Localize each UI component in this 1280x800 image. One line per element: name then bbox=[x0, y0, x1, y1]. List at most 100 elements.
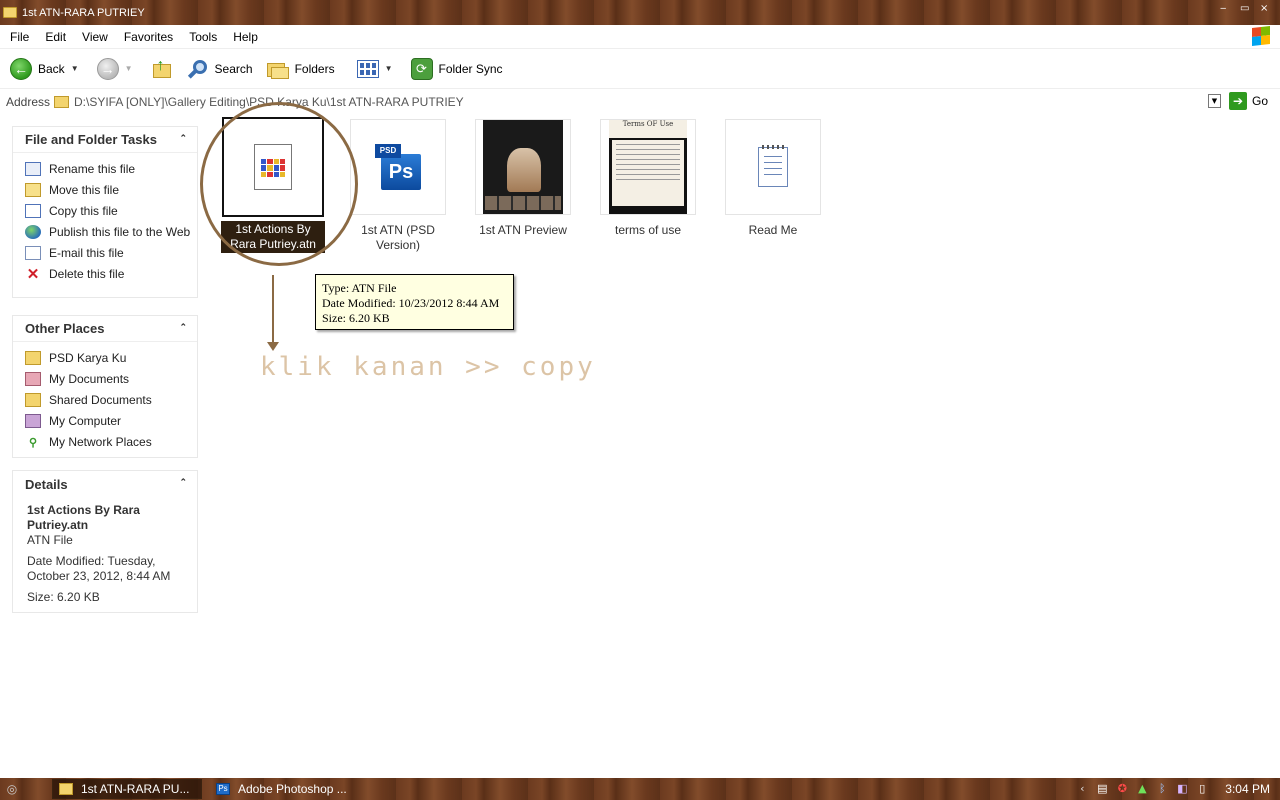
search-button[interactable]: Search bbox=[183, 53, 257, 85]
file-tooltip: Type: ATN File Date Modified: 10/23/2012… bbox=[315, 274, 514, 330]
back-label: Back bbox=[38, 61, 65, 76]
collapse-icon[interactable]: ⌃ bbox=[179, 322, 187, 333]
file-label: Read Me bbox=[748, 223, 798, 237]
taskbar-item-label: 1st ATN-RARA PU... bbox=[81, 782, 190, 796]
menu-tools[interactable]: Tools bbox=[181, 25, 225, 49]
rename-icon bbox=[25, 162, 41, 176]
delete-icon: ✕ bbox=[26, 266, 40, 283]
file-thumbnail bbox=[475, 119, 571, 215]
maximize-icon[interactable]: ▭ bbox=[1240, 4, 1250, 14]
taskbar-item-explorer[interactable]: 1st ATN-RARA PU... bbox=[52, 779, 202, 799]
folder-icon bbox=[25, 393, 41, 407]
place-label: My Computer bbox=[49, 414, 122, 428]
task-move[interactable]: Move this file bbox=[13, 180, 197, 201]
task-publish[interactable]: Publish this file to the Web bbox=[13, 222, 197, 243]
back-button[interactable]: ← Back ▼ bbox=[6, 53, 83, 85]
task-delete[interactable]: ✕ Delete this file bbox=[13, 264, 197, 285]
pane-title: Other Places bbox=[25, 321, 105, 336]
folder-icon bbox=[25, 351, 41, 365]
my-documents-icon bbox=[25, 372, 41, 386]
annotation-arrow-head bbox=[267, 342, 279, 351]
email-icon bbox=[25, 246, 41, 260]
search-icon bbox=[187, 58, 209, 80]
title-bar: 1st ATN-RARA PUTRIEY ‒ ▭ × bbox=[0, 0, 1280, 25]
copy-icon bbox=[25, 204, 41, 218]
file-folder-tasks-header[interactable]: File and Folder Tasks ⌃ bbox=[13, 127, 197, 153]
bluetooth-icon[interactable]: ᛒ bbox=[1155, 782, 1169, 796]
place-psd-karya-ku[interactable]: PSD Karya Ku bbox=[13, 348, 197, 369]
file-thumbnail bbox=[725, 119, 821, 215]
psd-mark: Ps bbox=[381, 154, 421, 190]
details-header[interactable]: Details ⌃ bbox=[13, 471, 197, 497]
close-icon[interactable]: × bbox=[1260, 4, 1270, 14]
address-dropdown-icon[interactable]: ▼ bbox=[1208, 94, 1221, 108]
file-item-psd[interactable]: Ps PSD 1st ATN (PSD Version) bbox=[346, 119, 450, 253]
psd-tag: PSD bbox=[375, 144, 401, 158]
task-rename[interactable]: Rename this file bbox=[13, 159, 197, 180]
file-thumbnail: Ps PSD bbox=[350, 119, 446, 215]
windows-logo-icon bbox=[1252, 26, 1270, 46]
photoshop-icon: Ps bbox=[216, 783, 230, 795]
folder-icon bbox=[3, 7, 17, 18]
chevron-down-icon[interactable]: ▼ bbox=[385, 64, 393, 73]
collapse-icon[interactable]: ⌃ bbox=[179, 133, 187, 144]
menu-bar: File Edit View Favorites Tools Help bbox=[0, 25, 1280, 49]
task-email[interactable]: E-mail this file bbox=[13, 243, 197, 264]
file-item-readme[interactable]: Read Me bbox=[721, 119, 825, 238]
minimize-icon[interactable]: ‒ bbox=[1220, 4, 1230, 14]
forward-button[interactable]: → ▼ bbox=[93, 53, 137, 85]
chevron-down-icon[interactable]: ▼ bbox=[71, 64, 79, 73]
pane-title: File and Folder Tasks bbox=[25, 132, 157, 147]
menu-view[interactable]: View bbox=[74, 25, 116, 49]
file-label: 1st ATN (PSD Version) bbox=[361, 223, 435, 252]
tray-expand-icon[interactable]: ‹ bbox=[1075, 782, 1089, 796]
menu-edit[interactable]: Edit bbox=[37, 25, 74, 49]
app-tray-icon[interactable]: ▲ bbox=[1135, 782, 1149, 796]
collapse-icon[interactable]: ⌃ bbox=[179, 477, 187, 488]
place-my-computer[interactable]: My Computer bbox=[13, 411, 197, 432]
tooltip-date-modified: Date Modified: 10/23/2012 8:44 AM bbox=[322, 296, 500, 310]
up-folder-button[interactable]: ↑ bbox=[147, 53, 177, 85]
task-label: Delete this file bbox=[49, 267, 125, 281]
details-pane: Details ⌃ 1st Actions By Rara Putriey.at… bbox=[12, 470, 198, 613]
folder-icon bbox=[59, 783, 73, 795]
window-controls: ‒ ▭ × bbox=[1220, 4, 1270, 14]
chevron-down-icon[interactable]: ▼ bbox=[125, 64, 133, 73]
folders-button[interactable]: Folders bbox=[263, 53, 339, 85]
folder-sync-label: Folder Sync bbox=[438, 61, 503, 76]
menu-help[interactable]: Help bbox=[225, 25, 266, 49]
battery-icon[interactable]: ▯ bbox=[1195, 782, 1209, 796]
place-shared-documents[interactable]: Shared Documents bbox=[13, 390, 197, 411]
publish-icon bbox=[25, 225, 41, 239]
folder-icon bbox=[54, 96, 69, 108]
move-icon bbox=[25, 183, 41, 197]
network-icon: ⚲ bbox=[28, 436, 38, 449]
place-my-documents[interactable]: My Documents bbox=[13, 369, 197, 390]
task-copy[interactable]: Copy this file bbox=[13, 201, 197, 222]
menu-favorites[interactable]: Favorites bbox=[116, 25, 181, 49]
file-thumbnail: Terms OF Use bbox=[600, 119, 696, 215]
address-label: Address bbox=[6, 95, 51, 109]
network-tray-icon[interactable]: ▤ bbox=[1095, 782, 1109, 796]
clock[interactable]: 3:04 PM bbox=[1225, 782, 1270, 796]
place-label: Shared Documents bbox=[49, 393, 152, 407]
annotation-text: klik kanan >> copy bbox=[260, 352, 596, 382]
folder-sync-button[interactable]: ⟳ Folder Sync bbox=[407, 53, 507, 85]
sync-icon: ⟳ bbox=[410, 57, 433, 80]
place-my-network-places[interactable]: ⚲ My Network Places bbox=[13, 432, 197, 453]
place-label: PSD Karya Ku bbox=[49, 351, 127, 365]
start-button[interactable]: ◎ bbox=[0, 778, 24, 800]
other-places-header[interactable]: Other Places ⌃ bbox=[13, 316, 197, 342]
photoshop-file-icon: Ps PSD bbox=[375, 144, 421, 190]
tray-app-icon[interactable]: ◧ bbox=[1175, 782, 1189, 796]
file-item-terms[interactable]: Terms OF Use terms of use bbox=[596, 119, 700, 238]
file-item-preview[interactable]: 1st ATN Preview bbox=[471, 119, 575, 238]
views-button[interactable]: ▼ bbox=[353, 53, 397, 85]
antivirus-tray-icon[interactable]: ✪ bbox=[1115, 782, 1129, 796]
taskbar-item-photoshop[interactable]: Ps Adobe Photoshop ... bbox=[210, 779, 353, 799]
tooltip-size: Size: 6.20 KB bbox=[322, 311, 390, 325]
go-button[interactable]: ➔ Go bbox=[1229, 92, 1268, 110]
place-label: My Documents bbox=[49, 372, 130, 386]
menu-file[interactable]: File bbox=[0, 25, 37, 49]
details-file-name: 1st Actions By Rara Putriey.atn bbox=[27, 503, 140, 532]
